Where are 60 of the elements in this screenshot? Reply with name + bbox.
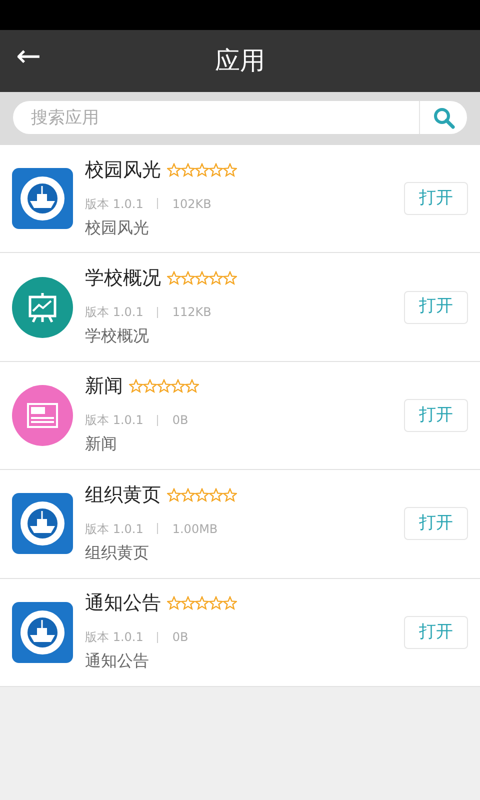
app-name: 通知公告 [85,591,161,616]
app-version: 版本 1.0.1 [85,629,144,646]
star-icon [129,379,143,394]
app-version: 版本 1.0.1 [85,196,144,213]
app-description: 新闻 [85,433,118,456]
star-icon [209,488,223,502]
star-icon [167,271,181,286]
back-button[interactable]: ← [14,42,44,72]
star-icon [223,162,237,177]
app-description: 校园风光 [85,216,150,239]
star-icon [181,488,195,502]
app-description: 通知公告 [85,650,150,672]
app-name: 学校概况 [85,266,161,290]
app-name: 新闻 [85,374,123,398]
star-icon [223,271,237,286]
star-icon [209,271,223,286]
school-emblem-icon [12,168,73,230]
star-icon [209,596,223,610]
star-icon [195,596,209,610]
star-icon [195,162,209,177]
star-icon [209,162,223,177]
star-icon [167,596,181,610]
app-version: 版本 1.0.1 [85,412,144,430]
open-button[interactable]: 打开 [404,507,468,540]
app-description: 组织黄页 [85,542,150,564]
open-button[interactable]: 打开 [404,290,468,324]
app-version: 版本 1.0.1 [85,304,144,322]
star-icon [195,488,209,502]
school-emblem-icon [12,602,73,663]
star-icon [185,379,199,394]
app-size: 112KB [172,304,212,322]
app-name: 组织黄页 [85,482,161,507]
open-button[interactable]: 打开 [404,616,468,649]
star-icon [181,162,195,177]
open-button[interactable]: 打开 [404,182,468,216]
star-icon [195,271,209,286]
star-icon [223,596,237,610]
app-size: 0B [172,412,188,430]
app-version: 版本 1.0.1 [85,520,144,538]
star-icon [167,162,181,177]
search-button[interactable] [419,101,467,134]
search-field[interactable]: 搜索应用 [13,101,419,134]
star-icon [181,271,195,286]
star-icon [143,379,157,394]
search-icon [432,106,454,128]
star-icon [181,596,195,610]
open-button[interactable]: 打开 [404,398,468,432]
star-icon [223,488,237,502]
star-icon [171,379,185,394]
app-name: 校园风光 [85,158,161,182]
news-icon [12,384,73,446]
page-title: 应用 [215,45,265,78]
app-size: 0B [172,629,188,646]
star-icon [167,488,181,502]
app-description: 学校概况 [85,325,150,348]
school-emblem-icon [12,493,73,554]
app-size: 1.00MB [172,520,218,538]
presentation-chart-icon [12,276,73,338]
app-size: 102KB [172,196,212,213]
star-icon [157,379,171,394]
